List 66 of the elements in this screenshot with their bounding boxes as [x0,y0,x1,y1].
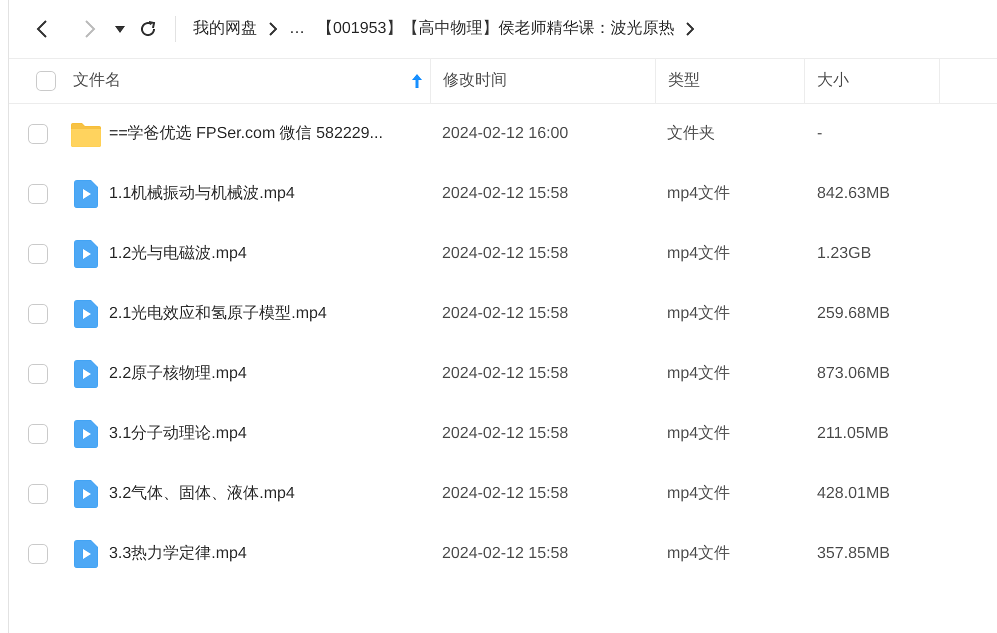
file-type: mp4文件 [667,545,730,562]
file-row[interactable]: ==学爸优选 FPSer.com 微信 582229... 2024-02-12 16:00 文件夹 - [9,104,997,164]
column-header[interactable]: 大小 [804,59,939,103]
file-type: mp4文件 [667,365,730,382]
column-header[interactable]: 类型 [655,59,804,103]
checkbox[interactable] [28,304,48,324]
file-name: 3.3热力学定律.mp4 [109,545,247,562]
file-size: 259.68MB [817,305,890,322]
file-type: mp4文件 [667,485,730,502]
file-name: 1.2光与电磁波.mp4 [109,245,247,262]
file-row[interactable]: 1.2光与电磁波.mp4 2024-02-12 15:58 mp4文件 1.23GB [9,224,997,284]
checkbox[interactable] [28,184,48,204]
video-file-icon [74,180,98,208]
folder-icon [71,121,101,147]
video-file-icon [74,480,98,508]
video-file-icon [74,540,98,568]
checkbox[interactable] [28,244,48,264]
caret-icon [115,26,125,32]
file-size: 211.05MB [817,425,889,442]
file-name: 3.2气体、固体、液体.mp4 [109,485,295,502]
file-type: mp4文件 [667,185,730,202]
modified-time: 2024-02-12 15:58 [442,545,568,562]
file-size: 1.23GB [817,245,872,262]
file-row[interactable]: 3.1分子动理论.mp4 2024-02-12 15:58 mp4文件 211.05MB [9,404,997,464]
modified-time: 2024-02-12 15:58 [442,425,568,442]
file-type: mp4文件 [667,305,730,322]
file-row[interactable]: 2.2原子核物理.mp4 2024-02-12 15:58 mp4文件 873.06MB [9,344,997,404]
video-file-icon [74,360,98,388]
file-size: - [817,125,822,142]
breadcrumb-link[interactable]: 【001953】【高中物理】侯老师精华课：波光原热 [317,17,674,41]
file-name: 3.1分子动理论.mp4 [109,425,247,442]
file-name: ==学爸优选 FPSer.com 微信 582229... [109,125,383,142]
file-type: mp4文件 [667,425,730,442]
column-header[interactable]: 修改时间 [430,59,655,103]
modified-time: 2024-02-12 15:58 [442,365,568,382]
checkbox[interactable] [28,364,48,384]
file-row[interactable]: 1.1机械振动与机械波.mp4 2024-02-12 15:58 mp4文件 842.63MB [9,164,997,224]
file-type: mp4文件 [667,245,730,262]
modified-time: 2024-02-12 15:58 [442,485,568,502]
video-file-icon [74,300,98,328]
checkbox[interactable] [28,124,48,144]
modified-time: 2024-02-12 15:58 [442,185,568,202]
breadcrumb-link[interactable]: … [289,17,305,41]
file-size: 357.85MB [817,545,890,562]
checkbox[interactable] [28,544,48,564]
file-row[interactable]: 3.2气体、固体、液体.mp4 2024-02-12 15:58 mp4文件 428.01MB [9,464,997,524]
column-header[interactable]: 文件名 [73,59,430,103]
checkbox[interactable] [28,424,48,444]
file-size: 842.63MB [817,185,890,202]
checkbox[interactable] [28,484,48,504]
video-file-icon [74,420,98,448]
refresh-icon [139,20,157,38]
file-row[interactable]: 2.1光电效应和氢原子模型.mp4 2024-02-12 15:58 mp4文件 259.68MB [9,284,997,344]
video-file-icon [74,240,98,268]
file-name: 1.1机械振动与机械波.mp4 [109,185,295,202]
modified-time: 2024-02-12 15:58 [442,245,568,262]
file-size: 873.06MB [817,365,890,382]
modified-time: 2024-02-12 15:58 [442,305,568,322]
breadcrumb-link[interactable]: 我的网盘 [193,17,257,41]
file-size: 428.01MB [817,485,890,502]
modified-time: 2024-02-12 16:00 [442,125,568,142]
file-type: 文件夹 [667,125,715,142]
file-name: 2.1光电效应和氢原子模型.mp4 [109,305,327,322]
file-name: 2.2原子核物理.mp4 [109,365,247,382]
checkbox[interactable] [36,71,56,91]
file-row[interactable]: 3.3热力学定律.mp4 2024-02-12 15:58 mp4文件 357.85MB [9,524,997,584]
